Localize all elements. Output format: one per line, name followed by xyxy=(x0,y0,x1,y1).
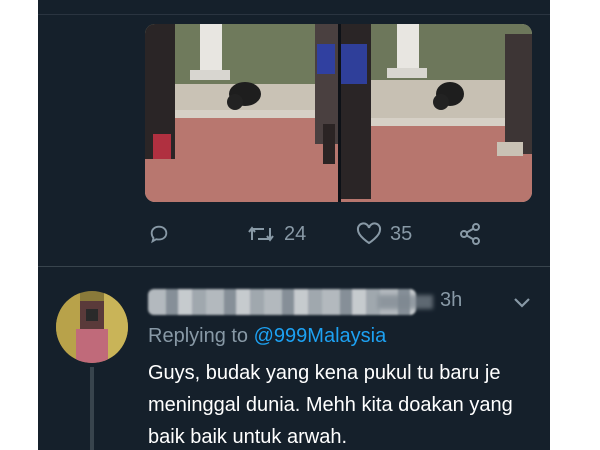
retweet-button[interactable]: 24 xyxy=(246,218,306,250)
retweet-count: 24 xyxy=(284,222,307,245)
tweet-timestamp[interactable]: 3h xyxy=(440,289,462,312)
tweet-text: Guys, budak yang kena pukul tu baru je m… xyxy=(148,362,513,448)
mention-link[interactable]: @999Malaysia xyxy=(254,325,387,347)
divider xyxy=(38,14,550,15)
video-thumbnail xyxy=(145,24,532,202)
reply-button[interactable] xyxy=(148,218,178,250)
like-button[interactable]: 35 xyxy=(356,218,412,250)
thread-line xyxy=(90,367,94,450)
username-blurred[interactable] xyxy=(148,289,416,315)
tweet-media-video[interactable] xyxy=(145,24,532,202)
chevron-down-icon[interactable] xyxy=(513,297,531,309)
heart-icon xyxy=(356,222,382,245)
avatar[interactable] xyxy=(56,291,128,363)
original-tweet[interactable]: 24 35 xyxy=(38,0,550,267)
twitter-dark-screen: 24 35 3h Replying to @999Malaysia Guys, … xyxy=(38,0,550,450)
tweet-actions: 24 35 xyxy=(138,218,498,250)
retweet-icon xyxy=(248,226,274,242)
like-count: 35 xyxy=(390,222,413,245)
share-button[interactable] xyxy=(458,218,490,250)
replying-prefix: Replying to xyxy=(148,325,249,347)
replying-to: Replying to @999Malaysia xyxy=(148,325,386,348)
share-icon xyxy=(460,223,480,245)
handle-blurred xyxy=(378,295,433,309)
reply-tweet[interactable]: 3h Replying to @999Malaysia Guys, budak … xyxy=(38,267,550,450)
blurred-avatar xyxy=(56,291,128,363)
reply-icon xyxy=(150,225,168,244)
